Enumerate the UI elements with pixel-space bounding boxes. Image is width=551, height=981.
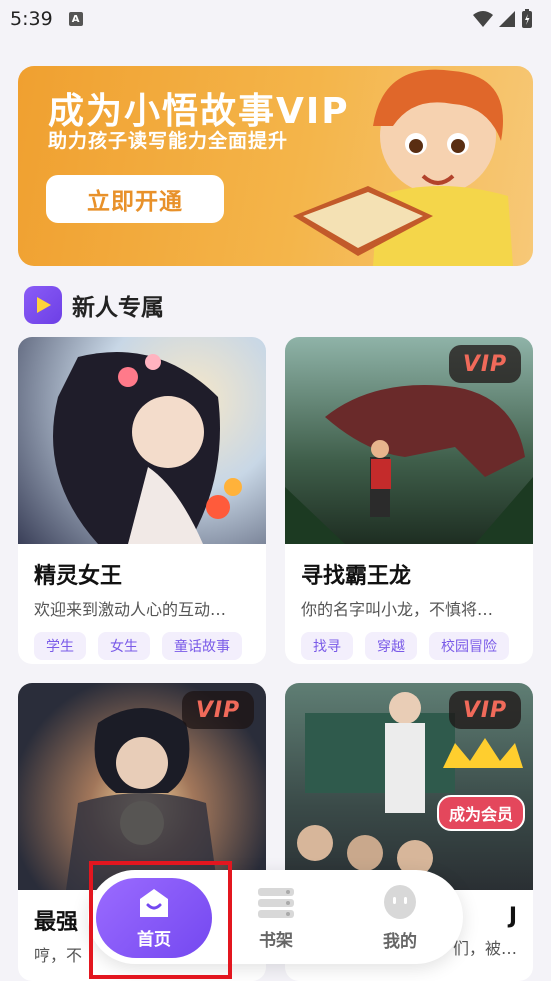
- status-bar: 5:39 A: [0, 0, 551, 38]
- nav-home-label: 首页: [137, 929, 171, 950]
- profile-icon: [384, 884, 416, 919]
- story-description: 欢迎来到激动人心的互动…: [34, 600, 227, 619]
- become-member-badge[interactable]: 成为会员: [436, 795, 525, 831]
- vip-badge: VIP: [449, 345, 521, 383]
- bookshelf-icon: [258, 887, 294, 918]
- story-description: 你的名字叫小龙，不慎将…: [301, 600, 494, 619]
- story-title: 寻找霸王龙: [301, 564, 412, 589]
- boy-reading-illustration: [293, 69, 513, 266]
- vip-badge: VIP: [182, 691, 254, 729]
- vip-banner[interactable]: 成为小悟故事VIP 助力孩子读写能力全面提升 立即开通: [18, 66, 533, 266]
- story-tag[interactable]: 穿越: [365, 632, 417, 660]
- story-card-fairy-queen[interactable]: 精灵女王 欢迎来到激动人心的互动… 学生 女生 童话故事: [18, 337, 266, 664]
- nav-mine-label: 我的: [383, 931, 417, 952]
- signal-icon: [499, 11, 515, 27]
- play-icon: [24, 286, 62, 324]
- vip-badge: VIP: [449, 691, 521, 729]
- story-cover-image: [18, 337, 266, 544]
- story-cover-image: VIP: [18, 683, 266, 890]
- battery-icon: [522, 9, 532, 28]
- bottom-navigation: 首页 书架 我的: [88, 870, 463, 964]
- activate-vip-button[interactable]: 立即开通: [46, 175, 224, 223]
- story-tag[interactable]: 女生: [98, 632, 150, 660]
- banner-subtitle: 助力孩子读写能力全面提升: [48, 130, 289, 152]
- new-user-section-header: 新人专属: [24, 286, 164, 324]
- nav-bookshelf-label: 书架: [259, 930, 293, 951]
- section-title: 新人专属: [72, 295, 164, 321]
- story-tag[interactable]: 校园冒险: [429, 632, 509, 660]
- story-title: 精灵女王: [34, 564, 123, 589]
- story-tag[interactable]: 找寻: [301, 632, 353, 660]
- story-tag[interactable]: 学生: [34, 632, 86, 660]
- app-notification-icon: A: [68, 12, 83, 26]
- nav-mine[interactable]: 我的: [342, 878, 458, 958]
- story-tag[interactable]: 童话故事: [162, 632, 242, 660]
- nav-home[interactable]: 首页: [96, 878, 212, 958]
- status-time: 5:39: [10, 8, 53, 30]
- nav-bookshelf[interactable]: 书架: [218, 878, 334, 958]
- story-card-find-trex[interactable]: VIP 寻找霸王龙 你的名字叫小龙，不慎将… 找寻 穿越 校园冒险: [285, 337, 533, 664]
- wifi-icon: [473, 11, 493, 27]
- home-icon: [140, 888, 168, 917]
- story-cover-image: VIP 成为会员: [285, 683, 533, 890]
- story-cover-image: VIP: [285, 337, 533, 544]
